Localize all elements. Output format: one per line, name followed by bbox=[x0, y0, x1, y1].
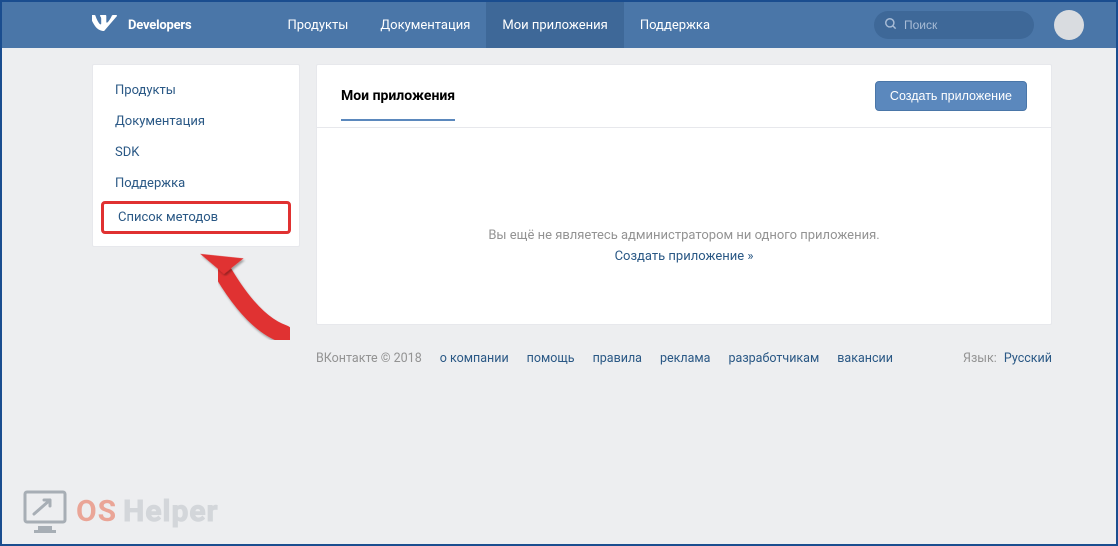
footer-link-help[interactable]: помощь bbox=[527, 351, 575, 366]
nav-products[interactable]: Продукты bbox=[271, 2, 364, 48]
logo[interactable]: Developers bbox=[92, 15, 191, 35]
search-input[interactable] bbox=[904, 18, 1024, 32]
empty-text: Вы ещё не являетесь администратором ни о… bbox=[341, 228, 1027, 243]
sidebar-item-docs[interactable]: Документация bbox=[93, 106, 299, 137]
watermark-os: OS bbox=[76, 494, 117, 529]
footer-link-jobs[interactable]: вакансии bbox=[837, 351, 893, 366]
nav-my-apps[interactable]: Мои приложения bbox=[486, 2, 623, 48]
nav-docs[interactable]: Документация bbox=[364, 2, 486, 48]
main-header: Мои приложения Создать приложение bbox=[317, 65, 1051, 128]
vk-logo-icon bbox=[92, 15, 118, 35]
tab-my-apps[interactable]: Мои приложения bbox=[341, 88, 455, 121]
sidebar-item-sdk[interactable]: SDK bbox=[93, 137, 299, 168]
create-app-link[interactable]: Создать приложение » bbox=[615, 249, 754, 264]
main-panel: Мои приложения Создать приложение Вы ещё… bbox=[316, 64, 1052, 325]
footer-link-ads[interactable]: реклама bbox=[660, 351, 711, 366]
footer-lang-link[interactable]: Русский bbox=[1004, 351, 1052, 366]
search-box[interactable] bbox=[874, 11, 1034, 39]
create-app-button[interactable]: Создать приложение bbox=[875, 81, 1027, 111]
sidebar: Продукты Документация SDK Поддержка Спис… bbox=[92, 64, 300, 247]
footer-copyright: ВКонтакте © 2018 bbox=[316, 351, 422, 366]
empty-state: Вы ещё не являетесь администратором ни о… bbox=[317, 128, 1051, 324]
nav-support[interactable]: Поддержка bbox=[624, 2, 726, 48]
sidebar-item-products[interactable]: Продукты bbox=[93, 75, 299, 106]
sidebar-item-methods-list[interactable]: Список методов bbox=[101, 201, 291, 234]
watermark: OS Helper bbox=[20, 486, 219, 536]
logo-text: Developers bbox=[128, 18, 191, 33]
footer: ВКонтакте © 2018 о компании помощь прави… bbox=[226, 335, 1116, 381]
footer-link-rules[interactable]: правила bbox=[593, 351, 642, 366]
footer-lang: Язык: Русский bbox=[963, 351, 1052, 366]
monitor-icon bbox=[20, 486, 70, 536]
footer-link-about[interactable]: о компании bbox=[440, 351, 509, 366]
watermark-helper: Helper bbox=[123, 494, 218, 529]
avatar[interactable] bbox=[1054, 10, 1084, 40]
top-nav: Продукты Документация Мои приложения Под… bbox=[271, 2, 726, 48]
footer-link-devs[interactable]: разработчикам bbox=[729, 351, 820, 366]
search-icon bbox=[884, 16, 898, 35]
header-bar: Developers Продукты Документация Мои при… bbox=[2, 2, 1116, 48]
sidebar-item-support[interactable]: Поддержка bbox=[93, 168, 299, 199]
